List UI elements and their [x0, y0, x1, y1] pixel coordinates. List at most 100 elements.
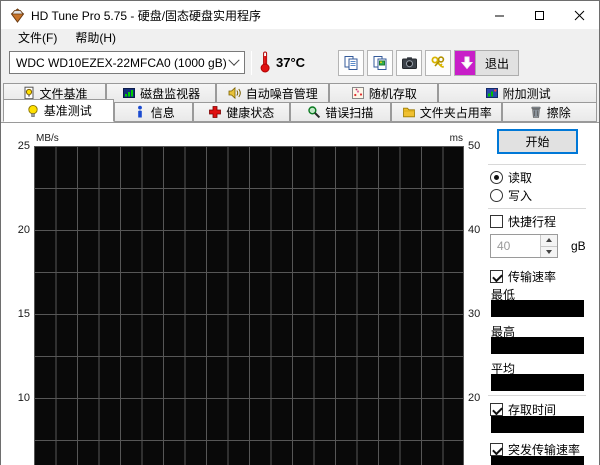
tab-info[interactable]: 信息	[114, 102, 194, 122]
tab-folder-usage[interactable]: 文件夹占用率	[391, 102, 503, 122]
radio-icon	[490, 189, 503, 202]
left-axis-unit: MB/s	[36, 133, 59, 144]
speaker-icon	[228, 86, 241, 100]
tab-benchmark[interactable]: 基准测试	[3, 99, 115, 122]
tab-label: 信息	[150, 105, 175, 120]
benchmark-options-panel: 开始 读取 写入 快捷行程 40 gB 传输速率 最低 最高 平均 存取时间 突…	[485, 123, 591, 465]
close-button[interactable]	[559, 1, 599, 29]
read-radio-label: 读取	[508, 171, 533, 185]
tab-erase[interactable]: 擦除	[502, 102, 597, 122]
arrow-down-icon	[546, 249, 552, 254]
capacity-unit: gB	[571, 239, 586, 253]
radio-icon	[490, 171, 503, 184]
tab-label: 自动噪音管理	[245, 86, 318, 101]
window-controls	[479, 1, 599, 29]
minimize-button[interactable]	[479, 1, 519, 29]
benchmark-chart	[34, 146, 464, 465]
temperature-indicator: 37°C	[258, 50, 305, 74]
short-stroke-checkbox[interactable]: 快捷行程	[490, 213, 556, 230]
burst-rate-value-box	[491, 456, 584, 465]
drive-select[interactable]: WDC WD10EZEX-22MFCA0 (1000 gB)	[9, 51, 245, 74]
y-axis-tick-left: 15	[17, 308, 30, 320]
maximize-button[interactable]	[519, 1, 559, 29]
checkbox-icon	[490, 270, 503, 283]
file-benchmark-icon	[24, 86, 33, 100]
title-bar: HD Tune Pro 5.75 - 硬盘/固态硬盘实用程序	[1, 1, 599, 29]
folder-icon	[402, 107, 415, 118]
tab-label: 健康状态	[226, 105, 275, 120]
write-radio-label: 写入	[508, 189, 533, 203]
stepper-buttons	[540, 235, 557, 257]
random-access-icon	[351, 87, 364, 99]
window-title: HD Tune Pro 5.75 - 硬盘/固态硬盘实用程序	[31, 8, 262, 23]
min-value-box	[491, 300, 584, 317]
lightbulb-icon	[28, 104, 38, 117]
app-logo-icon	[10, 7, 25, 23]
app-window: HD Tune Pro 5.75 - 硬盘/固态硬盘实用程序 文件(F) 帮助(…	[0, 0, 600, 465]
info-icon	[137, 105, 142, 118]
y-axis-tick-left: 25	[17, 140, 30, 152]
y-axis-tick-left: 20	[17, 224, 30, 236]
health-cross-icon	[209, 106, 222, 118]
capacity-stepper[interactable]: 40	[490, 234, 558, 258]
checkbox-icon	[490, 443, 503, 456]
stepper-up-button[interactable]	[541, 235, 557, 247]
transfer-rate-checkbox[interactable]: 传输速率	[490, 268, 556, 285]
tab-strip: 文件基准 磁盘监视器 自动噪音管理 随机存取 附加测试 基准测试 信息 健康状态…	[1, 79, 599, 122]
keys-icon	[431, 56, 444, 68]
magnifier-icon	[308, 106, 321, 119]
tab-label: 磁盘监视器	[140, 86, 201, 101]
right-axis-unit: ms	[449, 133, 463, 144]
tab-label: 附加测试	[502, 86, 551, 101]
exit-button[interactable]: 退出	[475, 50, 519, 76]
separator	[488, 164, 586, 165]
menu-bar: 文件(F) 帮助(H)	[1, 29, 599, 47]
separator	[488, 395, 586, 396]
trash-icon	[531, 106, 541, 118]
thermometer-icon	[260, 51, 270, 73]
read-radio[interactable]: 读取	[490, 169, 532, 186]
separator	[488, 208, 586, 209]
checkbox-icon	[490, 403, 503, 416]
drive-select-value: WDC WD10EZEX-22MFCA0 (1000 gB)	[16, 55, 227, 70]
stepper-down-button[interactable]	[541, 246, 557, 257]
copy-text-icon	[344, 56, 358, 70]
tab-error-scan[interactable]: 错误扫描	[289, 102, 392, 122]
arrow-up-icon	[546, 238, 552, 243]
checkbox-icon	[490, 215, 503, 228]
short-stroke-label: 快捷行程	[508, 215, 557, 229]
extra-tests-icon	[485, 88, 498, 98]
write-radio[interactable]: 写入	[490, 187, 532, 204]
transfer-rate-label: 传输速率	[508, 270, 557, 284]
tab-extra-tests[interactable]: 附加测试	[438, 83, 597, 102]
toolbar: WDC WD10EZEX-22MFCA0 (1000 gB) 37°C 退出	[1, 47, 599, 79]
start-button[interactable]: 开始	[497, 129, 578, 154]
max-value-box	[491, 337, 584, 354]
tab-acoustic-management[interactable]: 自动噪音管理	[216, 83, 330, 102]
menu-file[interactable]: 文件(F)	[9, 28, 66, 48]
disk-monitor-icon	[123, 88, 136, 98]
menu-help[interactable]: 帮助(H)	[66, 28, 125, 48]
tab-label: 错误扫描	[325, 105, 374, 120]
access-time-value-box	[491, 416, 584, 433]
tab-health[interactable]: 健康状态	[193, 102, 290, 122]
toolbar-separator	[251, 51, 252, 75]
capacity-value: 40	[497, 239, 511, 253]
copy-image-button[interactable]	[367, 50, 393, 76]
camera-icon	[401, 57, 417, 69]
copy-image-icon	[373, 56, 387, 70]
tab-row-2: 基准测试 信息 健康状态 错误扫描 文件夹占用率 擦除	[3, 99, 597, 122]
tab-label: 基准测试	[43, 104, 92, 118]
benchmark-page: MB/s ms 25 20 15 10 50 40 30 20 开始 读取 写入 快捷行程	[1, 122, 599, 465]
tab-label: 文件夹占用率	[419, 105, 492, 120]
copy-text-button[interactable]	[338, 50, 364, 76]
download-arrow-icon	[460, 56, 474, 70]
keys-button[interactable]	[425, 50, 451, 76]
screenshot-button[interactable]	[396, 50, 422, 76]
tab-random-access[interactable]: 随机存取	[329, 83, 439, 102]
temperature-value: 37°C	[276, 54, 306, 70]
avg-value-box	[491, 374, 584, 391]
tab-disk-monitor[interactable]: 磁盘监视器	[106, 83, 217, 102]
tab-label: 随机存取	[368, 86, 417, 101]
tab-label: 擦除	[546, 105, 571, 120]
